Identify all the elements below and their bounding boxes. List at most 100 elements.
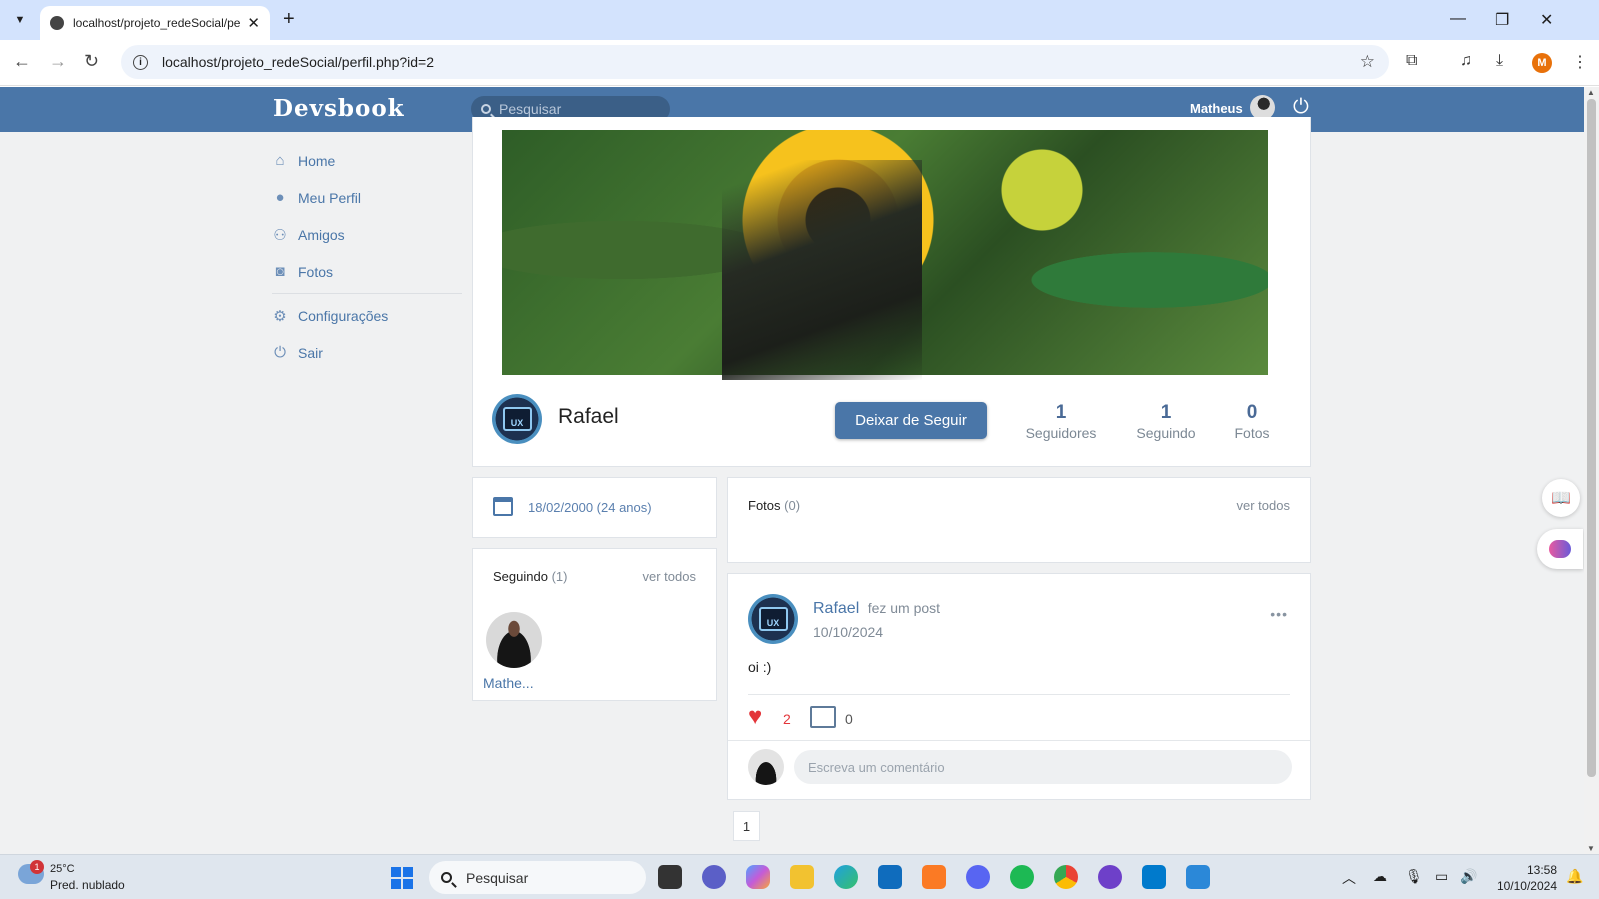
- network-icon[interactable]: ▭: [1435, 868, 1448, 885]
- taskbar-clock[interactable]: 13:58 10/10/2024: [1495, 862, 1557, 894]
- sidebar-item-label: Configurações: [298, 307, 389, 324]
- photos-card: Fotos (0) ver todos: [727, 477, 1311, 563]
- chrome-icon[interactable]: [1054, 865, 1078, 889]
- new-tab-icon[interactable]: +: [283, 8, 295, 31]
- xampp-icon[interactable]: [922, 865, 946, 889]
- weather-desc[interactable]: Pred. nublado: [50, 878, 125, 892]
- profile-cover-image: [502, 130, 1268, 380]
- browser-tab[interactable]: localhost/projeto_redeSocial/pe ✕: [40, 6, 270, 40]
- stat-following[interactable]: 1 Seguindo: [1134, 402, 1198, 441]
- edge-icon[interactable]: [834, 865, 858, 889]
- post-action: fez um post: [867, 600, 941, 616]
- stat-followers[interactable]: 1 Seguidores: [1024, 402, 1098, 441]
- profile-avatar: UX: [492, 394, 542, 444]
- taskbar-search-icon: [441, 872, 452, 883]
- birthdate-text: 18/02/2000 (24 anos): [528, 500, 652, 515]
- address-bar[interactable]: i localhost/projeto_redeSocial/perfil.ph…: [121, 45, 1389, 79]
- teams-icon[interactable]: [702, 865, 726, 889]
- unfollow-button[interactable]: Deixar de Seguir: [835, 402, 987, 439]
- brain-extension-icon[interactable]: [1537, 529, 1583, 569]
- pagination-page-1[interactable]: 1: [733, 811, 760, 841]
- menu-icon[interactable]: ⋮: [1572, 52, 1588, 72]
- scroll-down-icon[interactable]: ▼: [1587, 844, 1595, 853]
- reload-icon[interactable]: ↻: [84, 51, 99, 72]
- home-icon: ⌂: [275, 152, 285, 169]
- gear-icon: ⚙: [273, 307, 287, 325]
- windows-start-icon[interactable]: [391, 867, 413, 889]
- taskbar-search[interactable]: Pesquisar: [429, 861, 646, 894]
- following-see-all-link[interactable]: ver todos: [643, 569, 696, 584]
- sidebar-item-home[interactable]: ⌂ Home: [272, 142, 462, 179]
- vscode-icon[interactable]: [1142, 865, 1166, 889]
- sidebar-item-profile[interactable]: ● Meu Perfil: [272, 179, 462, 216]
- downloads-icon[interactable]: ⤓: [1496, 52, 1503, 70]
- forward-icon[interactable]: →: [49, 51, 67, 72]
- weather-badge: 1: [30, 860, 44, 874]
- photos-title: Fotos (0): [748, 498, 801, 513]
- browser-profile-avatar[interactable]: M: [1532, 53, 1552, 73]
- tray-overflow-icon[interactable]: ︿: [1342, 868, 1356, 888]
- following-user-avatar[interactable]: [486, 612, 542, 668]
- restore-icon[interactable]: ❐: [1495, 10, 1509, 30]
- browser-toolbar: ← → ↻ i localhost/projeto_redeSocial/per…: [0, 40, 1599, 86]
- close-window-icon[interactable]: ✕: [1540, 10, 1553, 30]
- sidebar-divider: [272, 293, 462, 294]
- discord-icon[interactable]: [966, 865, 990, 889]
- notification-bell-icon[interactable]: 🔔: [1566, 868, 1583, 885]
- sidebar-item-label: Meu Perfil: [298, 189, 362, 206]
- task-view-icon[interactable]: [658, 865, 682, 889]
- photos-see-all-link[interactable]: ver todos: [1237, 498, 1290, 513]
- notepad-icon[interactable]: [1186, 865, 1210, 889]
- post-author-avatar[interactable]: UX: [748, 594, 798, 644]
- search-placeholder: Pesquisar: [499, 101, 562, 117]
- profile-name: Rafael: [558, 405, 619, 428]
- following-user-name[interactable]: Mathe...: [483, 675, 534, 691]
- media-controls-icon[interactable]: ♫: [1460, 52, 1472, 70]
- windows-taskbar: 1 25°C Pred. nublado Pesquisar ︿ ☁ 🎙 ▭ 🔊…: [0, 854, 1599, 899]
- following-title: Seguindo (1): [493, 569, 568, 584]
- following-card: Seguindo (1) ver todos Mathe...: [472, 548, 717, 701]
- tab-list-icon[interactable]: ▼: [8, 8, 32, 32]
- bookmark-star-icon[interactable]: ☆: [1360, 52, 1375, 72]
- scroll-up-icon[interactable]: ▲: [1587, 88, 1595, 97]
- volume-icon[interactable]: 🔊: [1460, 868, 1477, 885]
- store-icon[interactable]: [878, 865, 902, 889]
- comment-input[interactable]: Escreva um comentário: [794, 750, 1292, 784]
- sidebar-item-settings[interactable]: ⚙ Configurações: [272, 297, 462, 334]
- post-divider: [748, 694, 1290, 695]
- post-more-icon[interactable]: •••: [1270, 606, 1288, 622]
- sidebar-item-label: Fotos: [298, 263, 334, 280]
- calendar-icon: [493, 497, 513, 516]
- spotify-icon[interactable]: [1010, 865, 1034, 889]
- stat-photos[interactable]: 0 Fotos: [1230, 402, 1274, 441]
- header-user-name[interactable]: Matheus: [1190, 101, 1243, 116]
- reading-mode-icon[interactable]: 📖: [1542, 479, 1580, 517]
- extensions-icon[interactable]: ⧉: [1406, 52, 1417, 70]
- comments-divider: [728, 740, 1310, 741]
- site-logo[interactable]: Devsbook: [273, 95, 405, 122]
- sidebar-item-friends[interactable]: ⚇ Amigos: [272, 216, 462, 253]
- scrollbar-thumb[interactable]: [1587, 99, 1596, 777]
- back-icon[interactable]: ←: [13, 51, 31, 72]
- microphone-icon[interactable]: 🎙: [1405, 868, 1423, 885]
- user-icon: ●: [275, 189, 285, 206]
- friends-icon: ⚇: [273, 226, 287, 244]
- logout-power-icon[interactable]: ⏻: [1293, 96, 1309, 119]
- minimize-icon[interactable]: —: [1450, 10, 1466, 28]
- like-heart-icon[interactable]: ♥: [748, 704, 762, 730]
- camera-icon: ◙: [275, 263, 285, 280]
- comment-bubble-icon[interactable]: [810, 706, 836, 728]
- post-author-name[interactable]: Rafael: [813, 600, 859, 617]
- site-info-icon[interactable]: i: [133, 54, 148, 70]
- sidebar-item-logout[interactable]: ⏻ Sair: [272, 334, 462, 371]
- weather-temp[interactable]: 25°C: [50, 863, 75, 875]
- copilot-icon[interactable]: [746, 865, 770, 889]
- github-desktop-icon[interactable]: [1098, 865, 1122, 889]
- sidebar-item-photos[interactable]: ◙ Fotos: [272, 253, 462, 290]
- file-explorer-icon[interactable]: [790, 865, 814, 889]
- tab-close-icon[interactable]: ✕: [247, 14, 260, 32]
- onedrive-icon[interactable]: ☁: [1373, 868, 1387, 885]
- site-favicon-icon: [50, 16, 64, 30]
- url-text: localhost/projeto_redeSocial/perfil.php?…: [162, 54, 435, 70]
- page-scrollbar[interactable]: ▲ ▼: [1584, 87, 1599, 854]
